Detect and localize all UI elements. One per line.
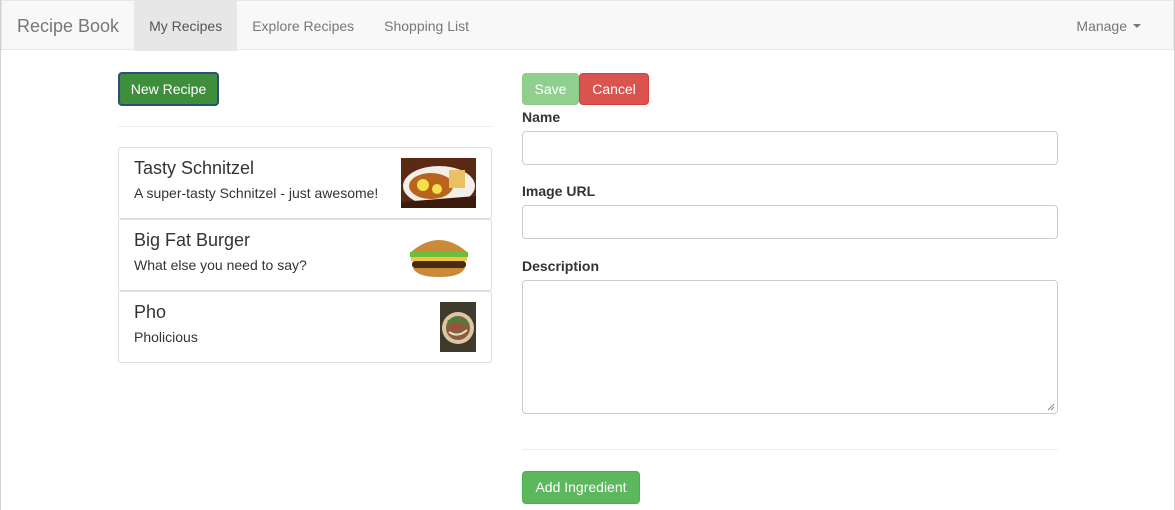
recipe-title: Tasty Schnitzel [134,158,255,178]
recipe-item-burger[interactable]: Big Fat Burger What else you need to say… [118,219,492,291]
form-divider [522,449,1058,450]
recipe-item-schnitzel[interactable]: Tasty Schnitzel A super-tasty Schnitzel … [118,147,492,219]
nav-shopping-list[interactable]: Shopping List [369,1,484,51]
description-field-wrapper [522,280,1058,414]
caret-down-icon [1133,24,1141,28]
cancel-button[interactable]: Cancel [579,73,649,105]
new-recipe-button[interactable]: New Recipe [118,72,219,106]
nav-my-recipes[interactable]: My Recipes [134,1,238,51]
recipe-item-pho[interactable]: Pho Pholicious [118,291,492,363]
save-button[interactable]: Save [522,73,579,105]
recipe-description: What else you need to say? [134,257,307,273]
recipe-list: Tasty Schnitzel A super-tasty Schnitzel … [118,147,492,363]
manage-dropdown[interactable]: Manage [1061,1,1173,51]
name-field-wrapper [522,131,1058,165]
brand-link[interactable]: Recipe Book [2,1,134,51]
image-url-field-wrapper [522,205,1058,239]
top-navbar: Recipe Book My Recipes Explore Recipes S… [1,0,1174,51]
navbar-spacer [484,1,1061,49]
recipe-description: A super-tasty Schnitzel - just awesome! [134,185,379,201]
name-field[interactable] [523,132,1057,164]
recipe-description: Pholicious [134,329,198,345]
burger-image [401,230,476,280]
schnitzel-image [401,158,476,208]
pho-image [440,302,476,352]
add-ingredient-button[interactable]: Add Ingredient [522,471,640,504]
name-label: Name [522,109,561,125]
list-divider [118,126,492,127]
description-label: Description [522,258,600,274]
description-textarea[interactable] [523,281,1057,413]
resize-handle-icon[interactable] [1047,403,1055,411]
image-url-label: Image URL [522,183,596,199]
recipe-title: Big Fat Burger [134,230,251,250]
image-url-field[interactable] [523,206,1057,238]
manage-label: Manage [1076,18,1127,34]
recipe-title: Pho [134,302,167,322]
nav-explore-recipes[interactable]: Explore Recipes [237,1,369,51]
